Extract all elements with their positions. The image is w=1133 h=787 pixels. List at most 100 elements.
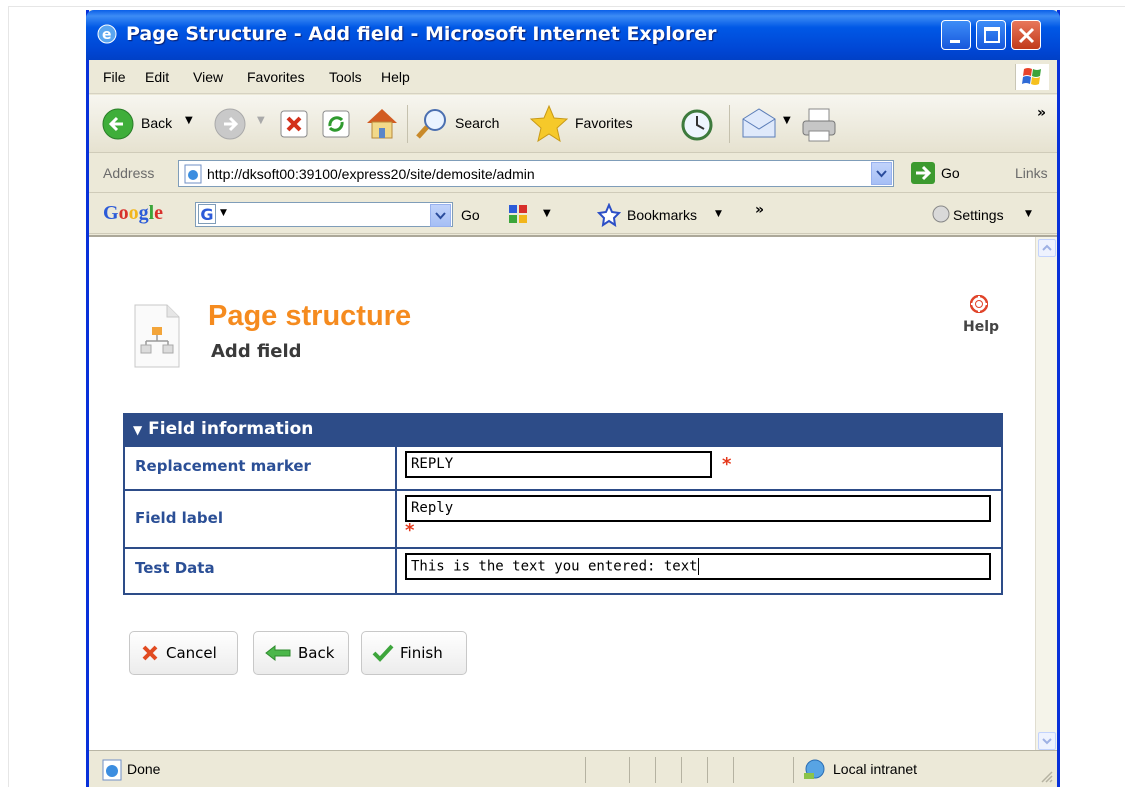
refresh-icon[interactable] bbox=[321, 109, 351, 139]
cancel-x-icon bbox=[142, 645, 158, 661]
local-intranet-icon bbox=[804, 759, 825, 779]
search-button[interactable]: Search bbox=[455, 115, 499, 131]
page-done-icon bbox=[102, 759, 122, 781]
windows-flag-icon bbox=[1015, 64, 1049, 90]
required-marker: * bbox=[722, 454, 732, 475]
status-separator bbox=[655, 757, 656, 783]
settings-button[interactable]: Settings bbox=[953, 207, 1004, 223]
menu-view[interactable]: View bbox=[193, 69, 223, 85]
forward-arrow-icon[interactable] bbox=[213, 107, 247, 141]
menu-file[interactable]: File bbox=[103, 69, 126, 85]
favorites-button[interactable]: Favorites bbox=[575, 115, 633, 131]
table-row: Field label Reply * bbox=[123, 489, 1003, 549]
minimize-button[interactable] bbox=[941, 20, 971, 50]
menu-favorites[interactable]: Favorites bbox=[247, 69, 305, 85]
google-g-dropdown-icon[interactable]: ▼ bbox=[220, 208, 227, 218]
outer-frame-left bbox=[8, 6, 9, 787]
back-button[interactable]: Back bbox=[141, 115, 172, 131]
mail-dropdown-icon[interactable]: ▼ bbox=[783, 115, 791, 126]
vertical-scrollbar[interactable] bbox=[1035, 237, 1057, 752]
settings-dropdown-icon[interactable]: ▼ bbox=[1025, 209, 1032, 219]
bookmarks-dropdown-icon[interactable]: ▼ bbox=[715, 209, 722, 219]
google-logo[interactable]: Google bbox=[103, 202, 163, 225]
favorites-star-icon[interactable] bbox=[529, 103, 569, 143]
menu-help[interactable]: Help bbox=[381, 69, 410, 85]
bookmarks-star-icon[interactable] bbox=[597, 203, 621, 227]
forward-dropdown-icon[interactable]: ▼ bbox=[257, 115, 265, 126]
panel-header-label: Field information bbox=[148, 419, 314, 439]
mail-icon[interactable] bbox=[739, 107, 779, 141]
menu-bar: File Edit View Favorites Tools Help bbox=[89, 60, 1057, 94]
finish-button[interactable]: Finish bbox=[361, 631, 467, 675]
collapse-triangle-icon[interactable]: ▼ bbox=[133, 423, 142, 437]
scroll-down-button[interactable] bbox=[1038, 732, 1056, 750]
extras-dropdown-icon[interactable]: ▼ bbox=[543, 208, 551, 219]
page-subtitle: Add field bbox=[211, 341, 302, 362]
required-marker: * bbox=[405, 520, 415, 541]
security-zone-text: Local intranet bbox=[833, 761, 918, 777]
field-label-cell: Reply * bbox=[395, 489, 1003, 549]
replacement-marker-input[interactable]: REPLY bbox=[405, 451, 712, 478]
table-row: Replacement marker REPLY * bbox=[123, 445, 1003, 491]
google-g-icon[interactable]: G bbox=[198, 204, 216, 224]
cancel-button-label: Cancel bbox=[166, 644, 217, 662]
maximize-button[interactable] bbox=[976, 20, 1006, 50]
back-green-arrow-icon bbox=[265, 644, 291, 662]
status-separator bbox=[793, 757, 794, 783]
go-arrow-icon[interactable] bbox=[911, 162, 935, 184]
field-label-input[interactable]: Reply bbox=[405, 495, 991, 522]
standard-toolbar: Back ▼ ▼ Search Favorites ▼ » bbox=[89, 95, 1057, 153]
toolbar-overflow-icon[interactable]: » bbox=[1037, 105, 1046, 121]
bookmarks-button[interactable]: Bookmarks bbox=[627, 207, 697, 223]
field-label-label: Field label bbox=[123, 489, 397, 549]
scroll-up-button[interactable] bbox=[1038, 239, 1056, 257]
google-go-button[interactable]: Go bbox=[461, 207, 480, 223]
help-link[interactable]: Help bbox=[963, 319, 999, 335]
test-data-input[interactable]: This is the text you entered: text bbox=[405, 553, 991, 580]
back-page-button[interactable]: Back bbox=[253, 631, 349, 675]
back-arrow-icon[interactable] bbox=[101, 107, 135, 141]
page-content: Page structure Add field Help ▼ Field in… bbox=[89, 235, 1057, 752]
ie-window: e Page Structure - Add field - Microsoft… bbox=[86, 10, 1060, 787]
stop-icon[interactable] bbox=[279, 109, 309, 139]
ie-page-icon bbox=[184, 164, 202, 184]
status-separator bbox=[707, 757, 708, 783]
page-title: Page structure bbox=[208, 300, 412, 332]
status-separator bbox=[681, 757, 682, 783]
window-title: Page Structure - Add field - Microsoft I… bbox=[126, 23, 717, 45]
address-bar: Address http://dksoft00:39100/express20/… bbox=[89, 153, 1057, 193]
address-url: http://dksoft00:39100/express20/site/dem… bbox=[207, 166, 535, 182]
panel-header[interactable]: ▼ Field information bbox=[123, 413, 1003, 445]
menu-tools[interactable]: Tools bbox=[329, 69, 362, 85]
search-icon[interactable] bbox=[413, 105, 451, 143]
google-extras-icon[interactable] bbox=[499, 203, 539, 227]
address-dropdown-button[interactable] bbox=[871, 162, 892, 185]
resize-grip-icon[interactable] bbox=[1039, 769, 1053, 783]
google-search-input[interactable]: G ▼ bbox=[195, 202, 453, 227]
menu-edit[interactable]: Edit bbox=[145, 69, 169, 85]
page-structure-icon bbox=[134, 304, 180, 368]
close-window-button[interactable] bbox=[1011, 20, 1041, 50]
checkmark-icon bbox=[372, 644, 394, 662]
googlebar-overflow-icon[interactable]: » bbox=[755, 202, 764, 218]
toolbar-separator bbox=[729, 105, 730, 143]
replacement-marker-cell: REPLY * bbox=[395, 445, 1003, 491]
address-label: Address bbox=[103, 165, 155, 181]
google-toolbar: Google G ▼ Go ▼ Bookmarks ▼ » Settings ▼ bbox=[89, 194, 1057, 234]
help-lifebuoy-icon[interactable] bbox=[970, 295, 988, 313]
print-icon[interactable] bbox=[799, 107, 839, 143]
go-button[interactable]: Go bbox=[941, 165, 960, 181]
cancel-button[interactable]: Cancel bbox=[129, 631, 238, 675]
test-data-cell: This is the text you entered: text bbox=[395, 547, 1003, 595]
title-bar[interactable]: e Page Structure - Add field - Microsoft… bbox=[86, 10, 1060, 60]
settings-circle-icon[interactable] bbox=[931, 204, 951, 224]
address-input[interactable]: http://dksoft00:39100/express20/site/dem… bbox=[178, 160, 894, 187]
ie-logo-icon: e bbox=[97, 24, 117, 44]
back-dropdown-icon[interactable]: ▼ bbox=[185, 115, 193, 126]
google-search-dropdown[interactable] bbox=[430, 204, 451, 227]
links-button[interactable]: Links bbox=[1015, 165, 1048, 181]
history-icon[interactable] bbox=[679, 107, 715, 143]
home-icon[interactable] bbox=[363, 105, 401, 141]
svg-text:e: e bbox=[102, 27, 112, 43]
status-separator bbox=[733, 757, 734, 783]
